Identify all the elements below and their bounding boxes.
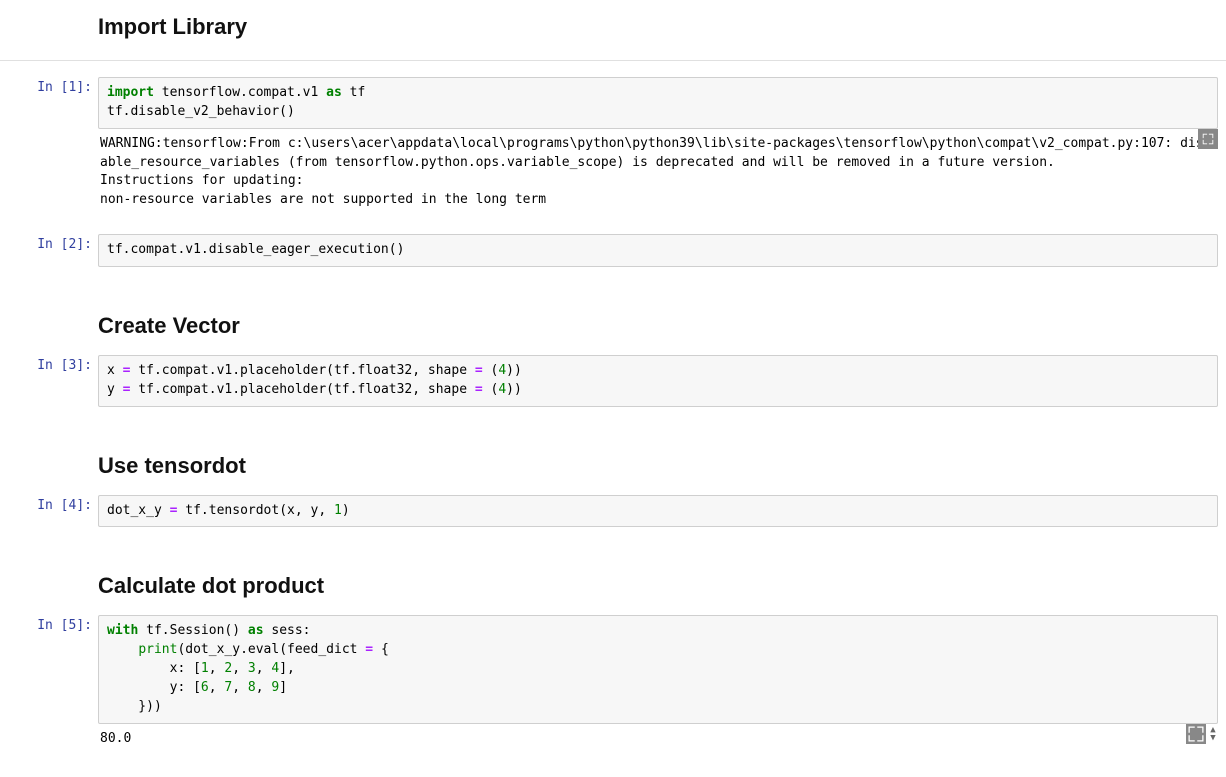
heading-create-vector: Create Vector [98,313,1218,339]
code-cell-4: In [4]: dot_x_y = tf.tensordot(x, y, 1) [0,493,1226,530]
markdown-cell: Calculate dot product [0,559,1226,613]
code-cell-5: In [5]: with tf.Session() as sess: print… [0,613,1226,756]
code-input-1[interactable]: import tensorflow.compat.v1 as tf tf.dis… [98,77,1218,129]
code-cell-2: In [2]: tf.compat.v1.disable_eager_execu… [0,232,1226,269]
output-scroll-widget[interactable]: ▲▼ [1186,724,1218,744]
updown-arrows-icon[interactable]: ▲▼ [1206,726,1218,742]
prompt-in-5: In [5]: [0,613,98,756]
heading-calc-dot: Calculate dot product [98,573,1218,599]
heading-import-library: Import Library [98,14,1218,40]
code-cell-3: In [3]: x = tf.compat.v1.placeholder(tf.… [0,353,1226,409]
prompt-in-3: In [3]: [0,353,98,409]
code-input-2[interactable]: tf.compat.v1.disable_eager_execution() [98,234,1218,267]
notebook: Import Library In [1]: import tensorflow… [0,0,1226,777]
keyword-as: as [326,85,342,100]
output-1: WARNING:tensorflow:From c:\users\acer\ap… [98,129,1218,216]
code-cell-1: In [1]: import tensorflow.compat.v1 as t… [0,75,1226,218]
expand-output-icon[interactable] [1186,724,1206,744]
keyword-import: import [107,85,154,100]
prompt-in-2: In [2]: [0,232,98,269]
builtin-print: print [138,642,177,657]
prompt-in-1: In [1]: [0,75,98,218]
heading-use-tensordot: Use tensordot [98,453,1218,479]
output-text-5: 80.0 [100,731,131,746]
markdown-cell: Import Library [0,0,1226,54]
code-input-3[interactable]: x = tf.compat.v1.placeholder(tf.float32,… [98,355,1218,407]
markdown-cell: Use tensordot [0,439,1226,493]
prompt-empty [0,0,98,54]
code-input-4[interactable]: dot_x_y = tf.tensordot(x, y, 1) [98,495,1218,528]
output-text-1: WARNING:tensorflow:From c:\users\acer\ap… [100,136,1204,208]
prompt-in-4: In [4]: [0,493,98,530]
code-input-5[interactable]: with tf.Session() as sess: print(dot_x_y… [98,615,1218,723]
expand-output-icon[interactable] [1198,129,1218,149]
markdown-cell: Create Vector [0,299,1226,353]
output-5: 80.0 ▲▼ [98,724,1218,755]
